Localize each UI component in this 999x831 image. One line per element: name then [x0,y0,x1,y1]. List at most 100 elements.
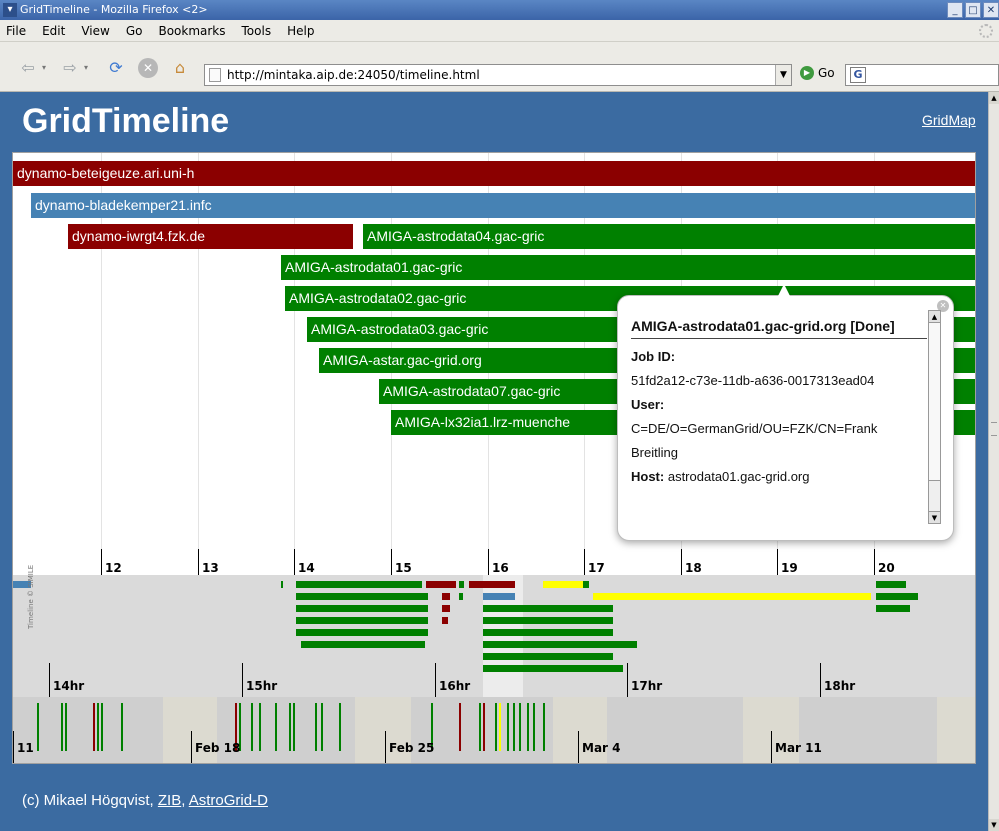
week-event-marker[interactable] [519,703,521,751]
overview-event[interactable] [593,593,871,600]
week-event-marker[interactable] [101,703,103,751]
overview-event[interactable] [459,581,464,588]
week-event-marker[interactable] [459,703,461,751]
astrogrid-link[interactable]: AstroGrid-D [189,792,268,809]
overview-event[interactable] [442,617,448,624]
overview-event[interactable] [483,605,613,612]
menu-tools[interactable]: Tools [242,24,272,38]
week-event-marker[interactable] [289,703,291,751]
overview-event[interactable] [426,581,456,588]
week-event-marker[interactable] [499,703,501,751]
event-bar[interactable]: dynamo-bladekemper21.infc [31,193,975,218]
overview-event[interactable] [296,581,422,588]
timeline-hour-band[interactable]: 14hr 15hr 16hr 17hr 18hr [13,575,975,697]
menu-help[interactable]: Help [287,24,314,38]
week-event-marker[interactable] [37,703,39,751]
event-bar[interactable]: dynamo-iwrgt4.fzk.de [68,224,353,249]
week-event-marker[interactable] [321,703,323,751]
week-event-marker[interactable] [479,703,481,751]
close-icon[interactable]: ✕ [983,2,999,18]
page-scrollbar[interactable]: ▲ ▼ [988,92,999,831]
menu-view[interactable]: View [81,24,109,38]
overview-event[interactable] [459,593,463,600]
overview-event[interactable] [296,617,428,624]
minimize-icon[interactable]: _ [947,2,963,18]
week-event-marker[interactable] [483,703,485,751]
reload-icon[interactable]: ⟳ [106,58,126,78]
home-icon[interactable]: ⌂ [170,58,190,78]
overview-event[interactable] [876,581,906,588]
overview-event[interactable] [442,605,450,612]
url-input[interactable]: http://mintaka.aip.de:24050/timeline.htm… [204,64,792,86]
week-event-marker[interactable] [259,703,261,751]
search-input[interactable]: G [845,64,999,86]
back-dropdown-icon[interactable]: ▾ [40,58,48,78]
overview-event[interactable] [483,629,613,636]
week-event-marker[interactable] [315,703,317,751]
day-tick-label: 18 [685,561,702,575]
week-event-marker[interactable] [513,703,515,751]
week-event-marker[interactable] [495,703,497,751]
week-event-marker[interactable] [65,703,67,751]
overview-event[interactable] [296,629,428,636]
overview-event[interactable] [296,593,428,600]
scroll-down-icon[interactable]: ▼ [989,819,999,831]
overview-event[interactable] [469,581,515,588]
overview-event[interactable] [296,605,428,612]
overview-event[interactable] [281,581,283,588]
week-event-marker[interactable] [293,703,295,751]
menu-edit[interactable]: Edit [42,24,65,38]
overview-event[interactable] [442,593,450,600]
overview-event[interactable] [876,605,910,612]
scroll-down-icon[interactable]: ▼ [929,511,940,523]
week-event-marker[interactable] [533,703,535,751]
menu-bookmarks[interactable]: Bookmarks [158,24,225,38]
week-event-marker[interactable] [93,703,95,751]
zib-link[interactable]: ZIB [158,792,181,809]
week-event-marker[interactable] [339,703,341,751]
overview-event[interactable] [301,641,425,648]
week-event-marker[interactable] [251,703,253,751]
timeline-week-band[interactable]: 11 Feb 18 Feb 25 Mar 4 Mar 11 [13,697,975,763]
overview-event[interactable] [483,653,613,660]
menu-go[interactable]: Go [126,24,143,38]
overview-event[interactable] [483,593,515,600]
week-event-marker[interactable] [543,703,545,751]
week-event-marker[interactable] [507,703,509,751]
week-event-marker[interactable] [97,703,99,751]
week-event-marker[interactable] [275,703,277,751]
event-bar[interactable]: AMIGA-astrodata01.gac-gric [281,255,975,280]
maximize-icon[interactable]: □ [965,2,981,18]
event-bar[interactable]: AMIGA-astrodata04.gac-gric [363,224,975,249]
week-tick [191,731,192,763]
scroll-up-icon[interactable]: ▲ [989,92,999,104]
window-menu-icon[interactable]: ▾ [3,3,17,17]
overview-event[interactable] [543,581,583,588]
stop-icon[interactable]: ✕ [138,58,158,78]
scroll-up-icon[interactable]: ▲ [929,311,940,323]
scroll-thumb[interactable] [929,323,940,481]
overview-event[interactable] [876,593,918,600]
google-search-icon[interactable]: G [850,67,866,83]
back-arrow-icon[interactable]: ⇦ [18,58,38,78]
scroll-grip[interactable] [991,422,997,436]
url-text[interactable]: http://mintaka.aip.de:24050/timeline.htm… [227,68,480,82]
forward-dropdown-icon[interactable]: ▾ [82,58,90,78]
week-tick [13,731,14,763]
week-event-marker[interactable] [527,703,529,751]
overview-event[interactable] [483,617,613,624]
week-event-marker[interactable] [121,703,123,751]
overview-event[interactable] [483,665,623,672]
forward-arrow-icon[interactable]: ⇨ [60,58,80,78]
footer: (c) Mikael Högqvist, ZIB, AstroGrid-D [22,792,268,809]
week-event-marker[interactable] [61,703,63,751]
overview-event[interactable] [483,641,637,648]
overview-event[interactable] [583,581,589,588]
go-button[interactable]: ▶ Go [800,66,835,80]
job-id-value: 51fd2a12-c73e-11db-a636-0017313ead04 [631,373,875,388]
menu-file[interactable]: File [6,24,26,38]
gridmap-link[interactable]: GridMap [922,112,976,128]
url-dropdown-icon[interactable]: ▼ [775,65,791,85]
event-bar[interactable]: dynamo-beteigeuze.ari.uni-h [13,161,975,186]
bubble-scrollbar[interactable]: ▲ ▼ [928,310,941,524]
